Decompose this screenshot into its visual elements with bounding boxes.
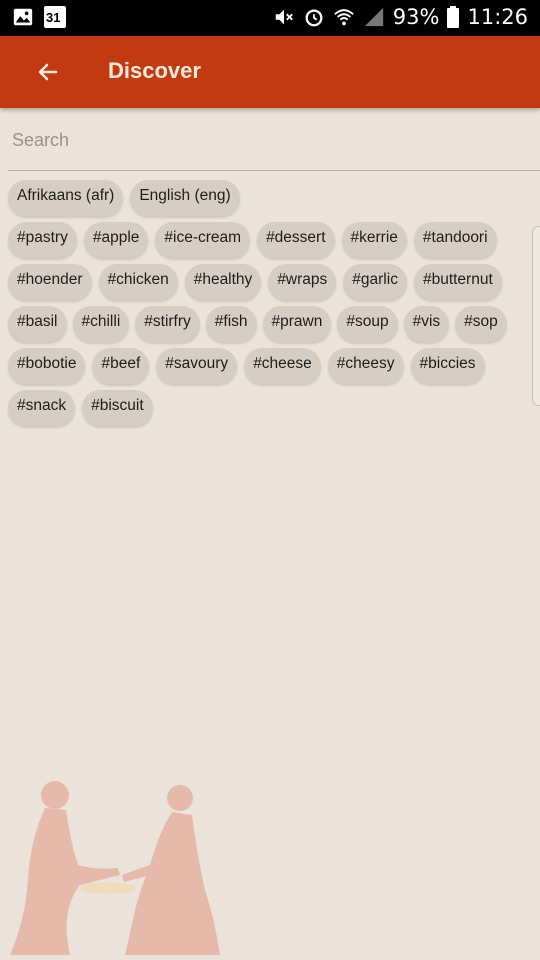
tag-chip[interactable]: #tandoori xyxy=(413,222,497,258)
scroll-handle[interactable] xyxy=(532,226,540,406)
search-input[interactable] xyxy=(10,122,534,158)
tag-chip[interactable]: #sop xyxy=(455,306,507,342)
page-title: Discover xyxy=(108,58,201,83)
tag-chip[interactable]: #hoender xyxy=(8,264,92,300)
tag-chip[interactable]: #soup xyxy=(337,306,398,342)
tag-chip[interactable]: #savoury xyxy=(156,348,238,384)
status-bar: 31 93% 11:26 xyxy=(0,0,540,36)
tag-chip[interactable]: #cheesy xyxy=(327,348,404,384)
calendar-icon: 31 xyxy=(44,6,66,28)
tag-chip[interactable]: #snack xyxy=(8,390,76,426)
tag-chip[interactable]: #biscuit xyxy=(82,390,153,426)
tag-chip[interactable]: #wraps xyxy=(268,264,337,300)
calendar-day: 31 xyxy=(46,10,61,25)
tag-chip[interactable]: #bobotie xyxy=(8,348,86,384)
tag-row: #bobotie #beef #savoury #cheese #cheesy … xyxy=(8,348,528,384)
tag-chip[interactable]: #prawn xyxy=(262,306,332,342)
tag-chip[interactable]: #stirfry xyxy=(135,306,200,342)
tag-list: Afrikaans (afr) English (eng) #pastry #a… xyxy=(8,180,528,432)
tag-chip[interactable]: #healthy xyxy=(184,264,262,300)
mute-icon xyxy=(275,9,293,25)
tag-chip[interactable]: #chicken xyxy=(98,264,178,300)
app-bar: Discover xyxy=(0,36,540,108)
back-button[interactable] xyxy=(30,54,66,90)
wifi-icon xyxy=(334,9,354,26)
tag-chip[interactable]: #fish xyxy=(205,306,257,342)
tag-row: #pastry #apple #ice-cream #dessert #kerr… xyxy=(8,222,528,258)
tag-chip[interactable]: #butternut xyxy=(413,264,502,300)
battery-percent: 93% xyxy=(392,5,440,29)
tag-chip[interactable]: #pastry xyxy=(8,222,77,258)
tag-chip[interactable]: #cheese xyxy=(244,348,321,384)
language-chip[interactable]: English (eng) xyxy=(130,180,240,216)
tag-chip[interactable]: #apple xyxy=(83,222,149,258)
tag-chip[interactable]: #biccies xyxy=(410,348,485,384)
signal-icon xyxy=(364,7,383,27)
language-row: Afrikaans (afr) English (eng) xyxy=(8,180,528,216)
alarm-icon xyxy=(305,9,323,27)
tag-chip[interactable]: #dessert xyxy=(257,222,335,258)
clock: 11:26 xyxy=(467,5,528,29)
tag-chip[interactable]: #beef xyxy=(92,348,150,384)
tag-chip[interactable]: #kerrie xyxy=(341,222,407,258)
battery-icon xyxy=(447,6,460,28)
tag-chip[interactable]: #garlic xyxy=(343,264,407,300)
background-illustration xyxy=(10,781,220,955)
tag-row: #hoender #chicken #healthy #wraps #garli… xyxy=(8,264,528,300)
tag-chip[interactable]: #ice-cream xyxy=(155,222,251,258)
tag-chip[interactable]: #basil xyxy=(8,306,67,342)
tag-row: #basil #chilli #stirfry #fish #prawn #so… xyxy=(8,306,528,342)
gallery-icon xyxy=(13,8,33,26)
arrow-left-icon xyxy=(38,63,58,81)
tag-row: #snack #biscuit xyxy=(8,390,528,426)
tag-chip[interactable]: #chilli xyxy=(72,306,130,342)
search-bar xyxy=(8,112,540,171)
language-chip[interactable]: Afrikaans (afr) xyxy=(8,180,124,216)
tag-chip[interactable]: #vis xyxy=(403,306,450,342)
